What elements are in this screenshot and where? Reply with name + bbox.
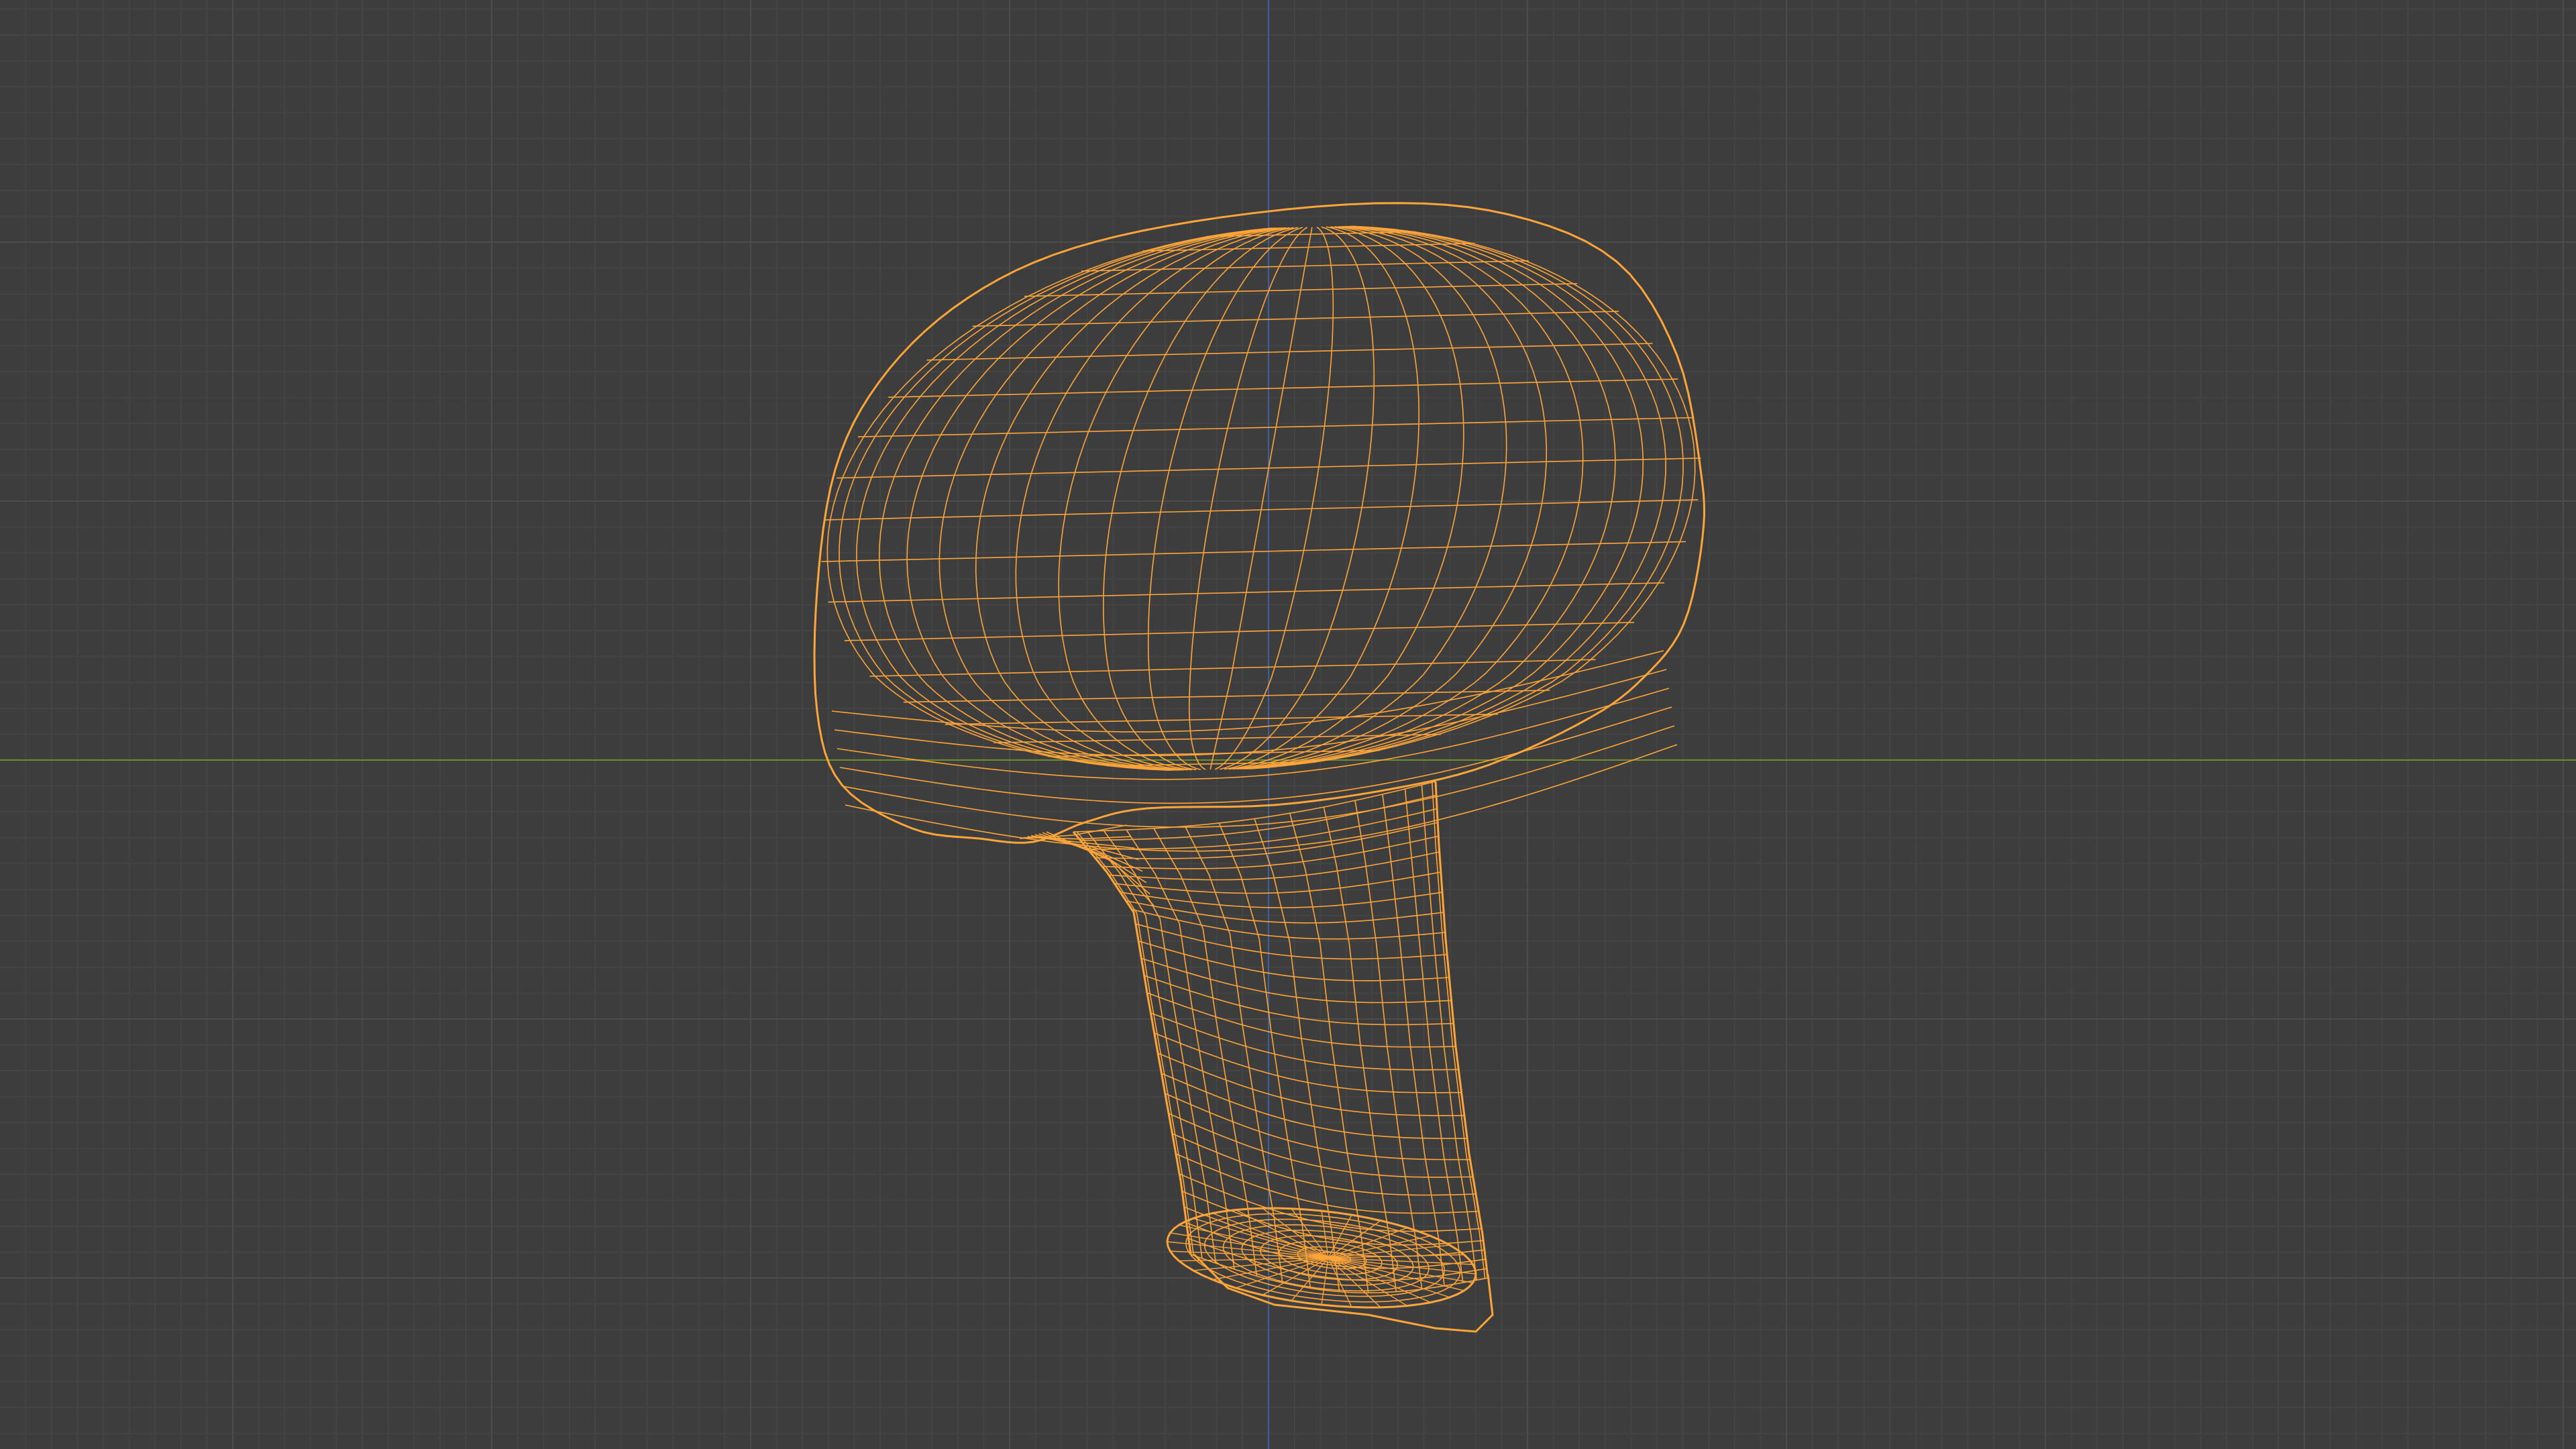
viewport-canvas[interactable] xyxy=(0,0,2576,1449)
3d-viewport[interactable] xyxy=(0,0,2576,1449)
